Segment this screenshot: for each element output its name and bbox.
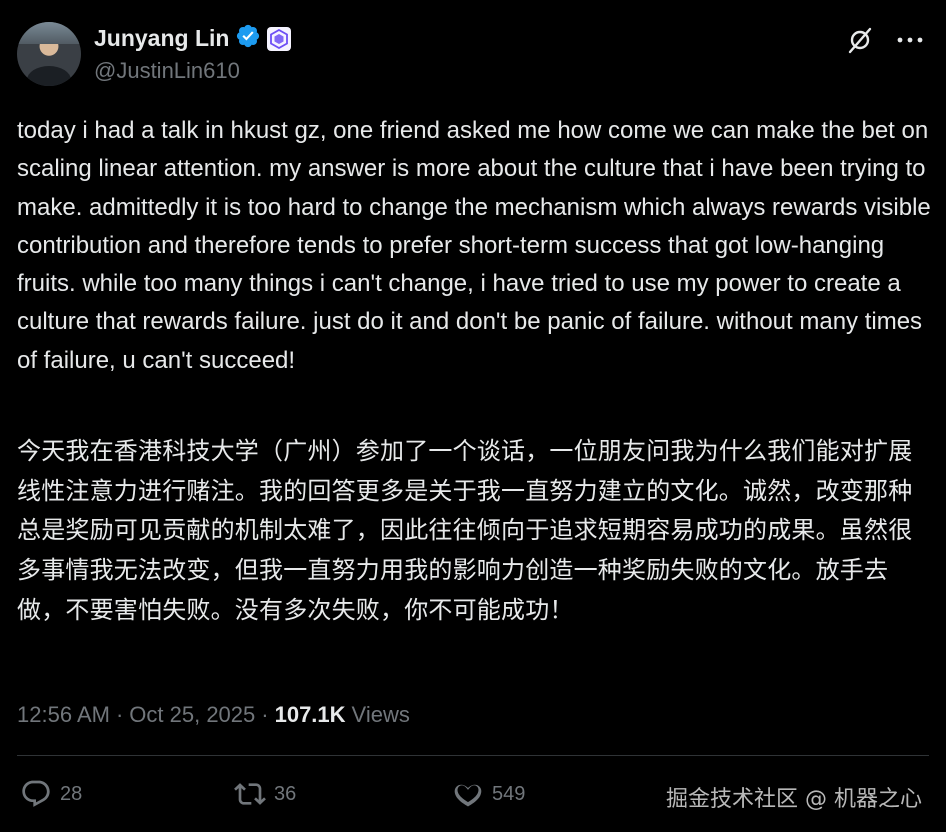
- tweet-text-english: today i had a talk in hkust gz, one frie…: [17, 117, 938, 374]
- user-handle[interactable]: @JustinLin610: [94, 58, 240, 84]
- top-actions: [844, 24, 926, 56]
- tweet-header: Junyang Lin @JustinLin610: [17, 20, 926, 88]
- repost-count: 36: [274, 782, 297, 805]
- verified-badge-icon: [235, 23, 261, 54]
- tweet-text-chinese: 今天我在香港科技大学（广州）参加了一个谈话，一位朋友问我为什么我们能对扩展线性注…: [17, 437, 913, 624]
- views-label: Views: [351, 702, 410, 727]
- repost-button[interactable]: 36: [234, 778, 296, 810]
- meta-separator: ·: [261, 702, 269, 727]
- repost-icon: [234, 783, 266, 805]
- tweet-meta: 12:56 AM · Oct 25, 2025 · 107.1K Views: [17, 702, 410, 728]
- like-count: 549: [492, 782, 526, 805]
- reply-icon: [22, 780, 50, 807]
- divider: [17, 755, 929, 756]
- watermark: 掘金技术社区 @ 机器之心: [666, 787, 922, 812]
- grok-icon[interactable]: [844, 24, 876, 56]
- display-name[interactable]: Junyang Lin: [94, 25, 229, 52]
- avatar[interactable]: [17, 22, 81, 86]
- meta-separator: ·: [115, 702, 124, 727]
- like-button[interactable]: 549: [452, 778, 525, 810]
- tweet-date[interactable]: Oct 25, 2025: [129, 702, 255, 728]
- affiliate-logo-icon[interactable]: [267, 26, 292, 51]
- views-count: 107.1K: [274, 702, 346, 727]
- name-row: Junyang Lin: [94, 23, 292, 54]
- reply-button[interactable]: 28: [20, 778, 82, 810]
- more-icon[interactable]: [894, 24, 926, 56]
- like-icon: [454, 784, 482, 807]
- reply-count: 28: [60, 782, 83, 805]
- tweet-time[interactable]: 12:56 AM: [17, 702, 110, 728]
